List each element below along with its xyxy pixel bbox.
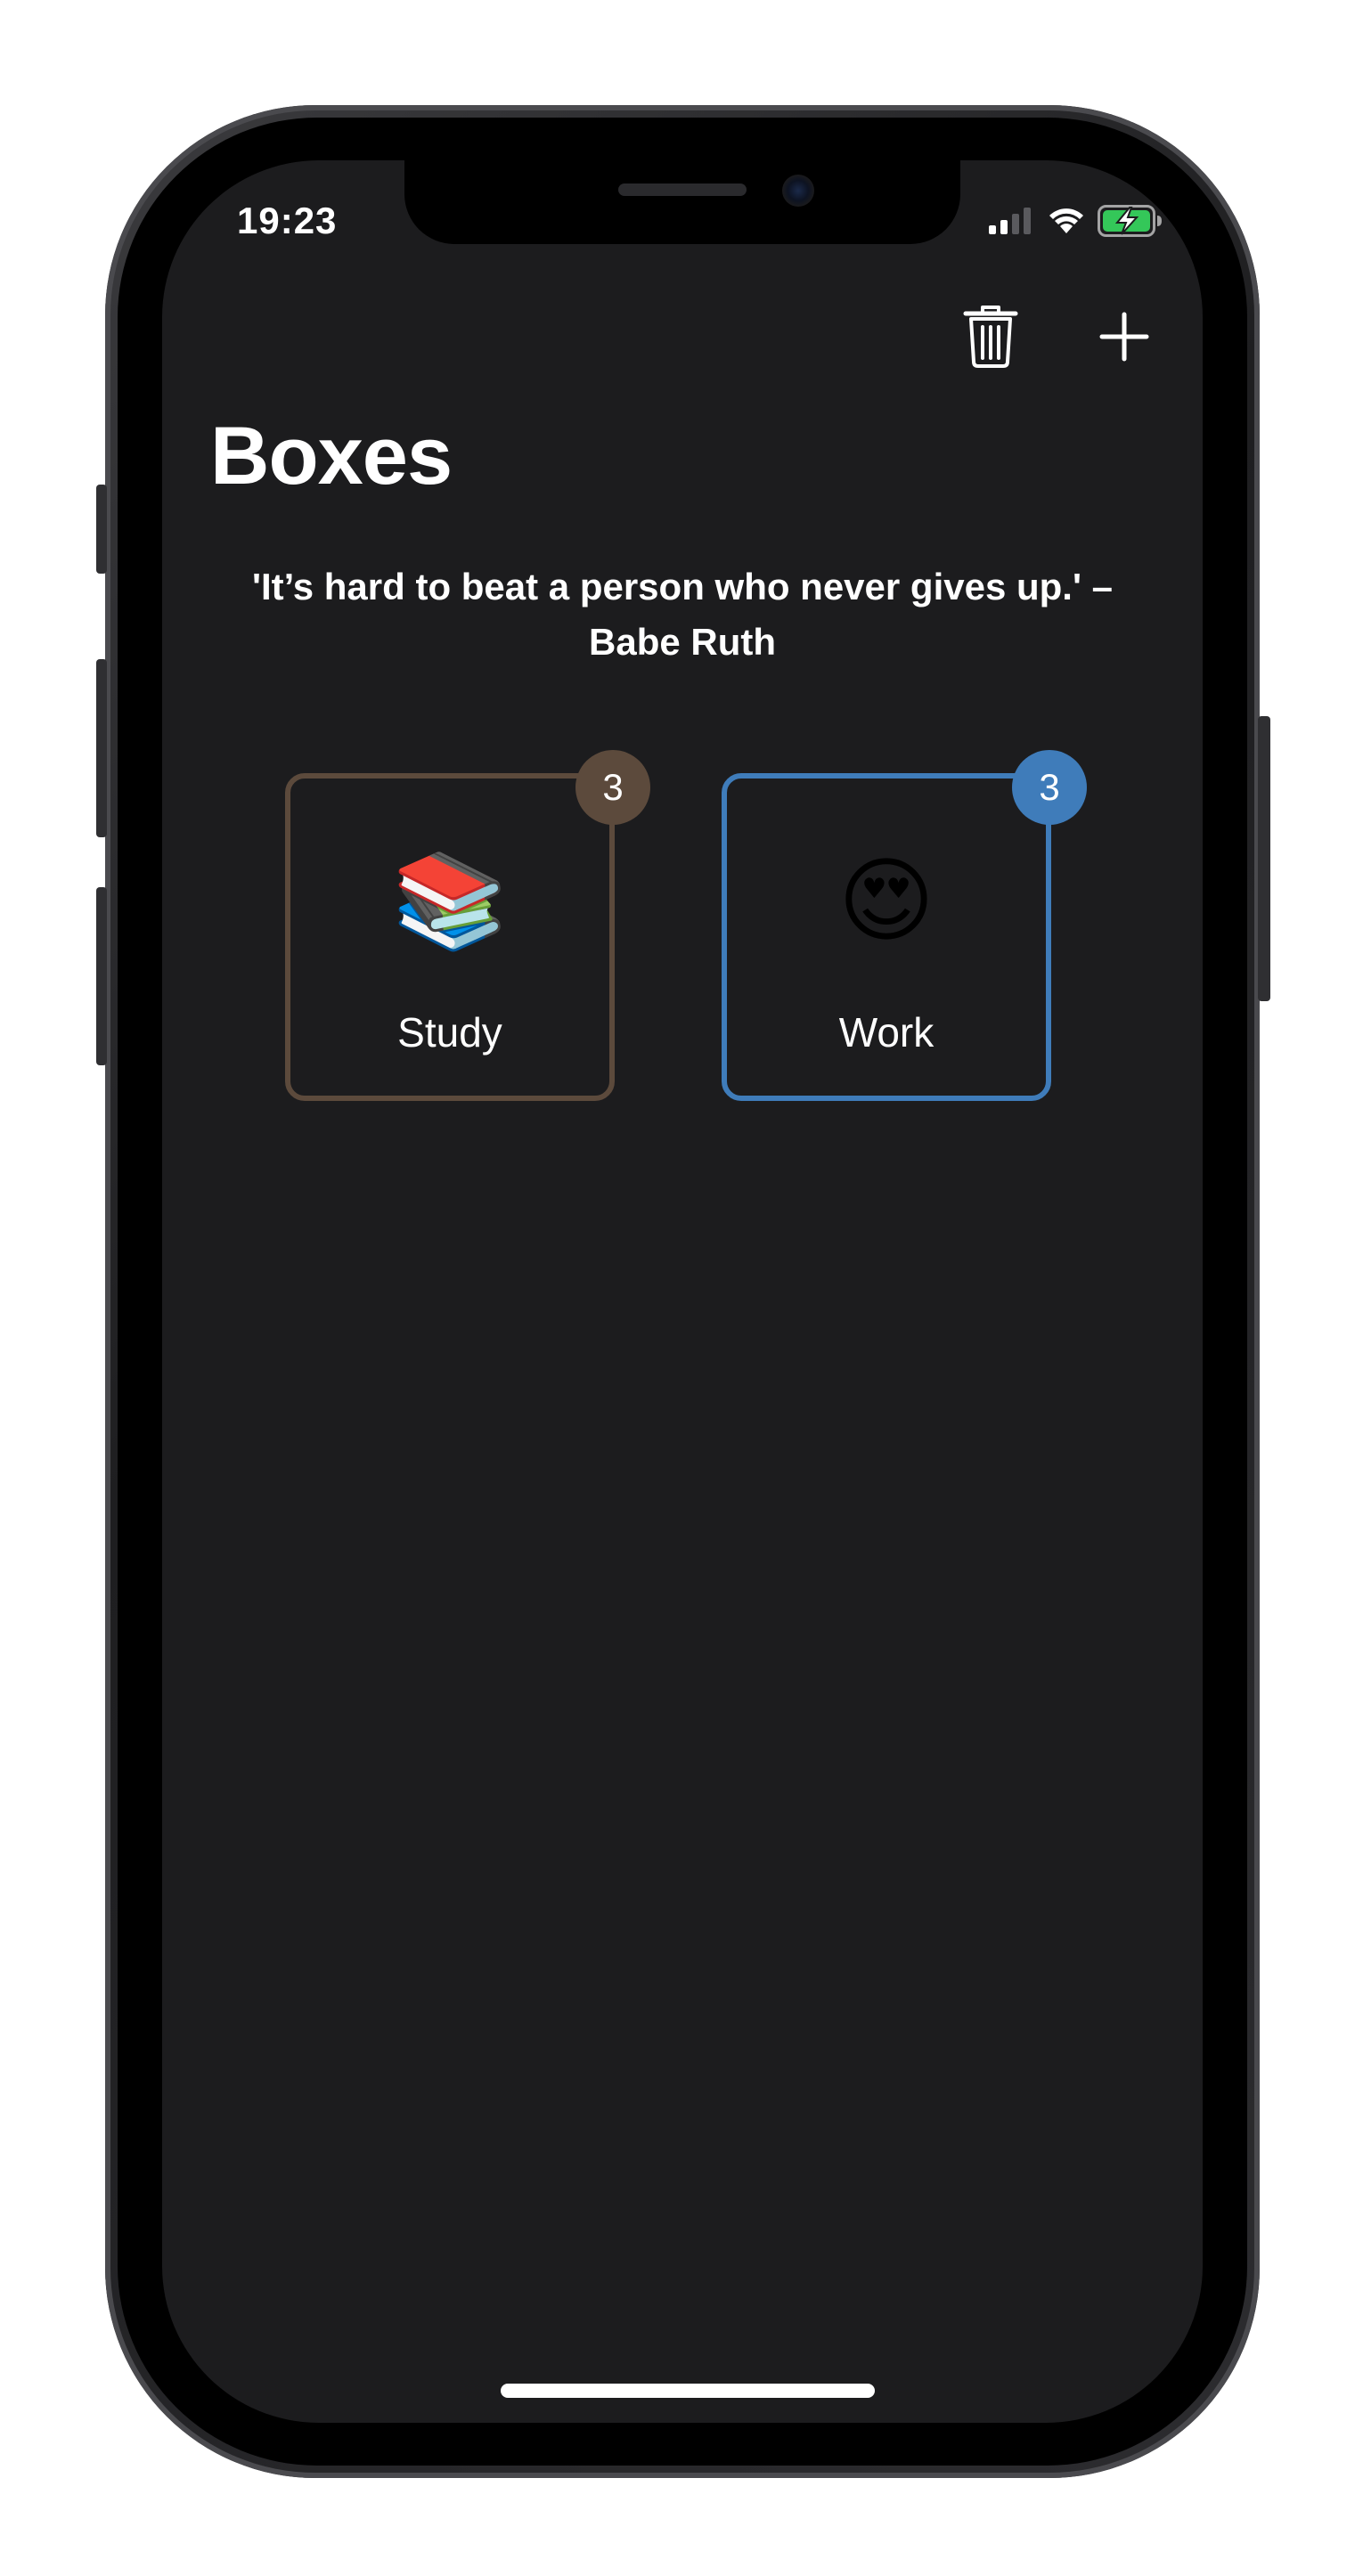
app-screen: 19:23 Boxes 'It’s hard to beat a person … [162,160,1203,2423]
power-button [1258,716,1270,1001]
box-card-study[interactable]: 📚 Study [285,773,615,1101]
box-label: Work [838,1009,935,1056]
notch [404,160,960,244]
books-icon: 📚 [392,850,508,953]
volume-down-button [96,887,107,1065]
heart-eyes-icon: 😍 [837,850,935,953]
delete-button[interactable] [959,301,1023,372]
motivational-quote: 'It’s hard to beat a person who never gi… [252,566,1113,663]
box-count-badge: 3 [1012,750,1087,825]
page-title: Boxes [210,411,453,501]
volume-up-button [96,659,107,837]
add-button[interactable] [1092,301,1156,372]
speaker-grille [618,183,747,196]
box-label: Study [397,1009,502,1056]
front-camera [782,175,814,207]
status-time: 19:23 [237,200,338,241]
trash-icon [963,306,1018,368]
box-count-badge: 3 [575,750,650,825]
mute-switch [96,485,107,574]
home-indicator[interactable] [501,2384,875,2398]
plus-icon [1099,312,1149,362]
box-card-work[interactable]: 😍 Work [722,773,1051,1101]
status-icons [989,205,1163,237]
cellular-signal-icon [989,208,1031,234]
wifi-icon [1049,208,1083,233]
battery-charging-icon [1098,205,1162,237]
